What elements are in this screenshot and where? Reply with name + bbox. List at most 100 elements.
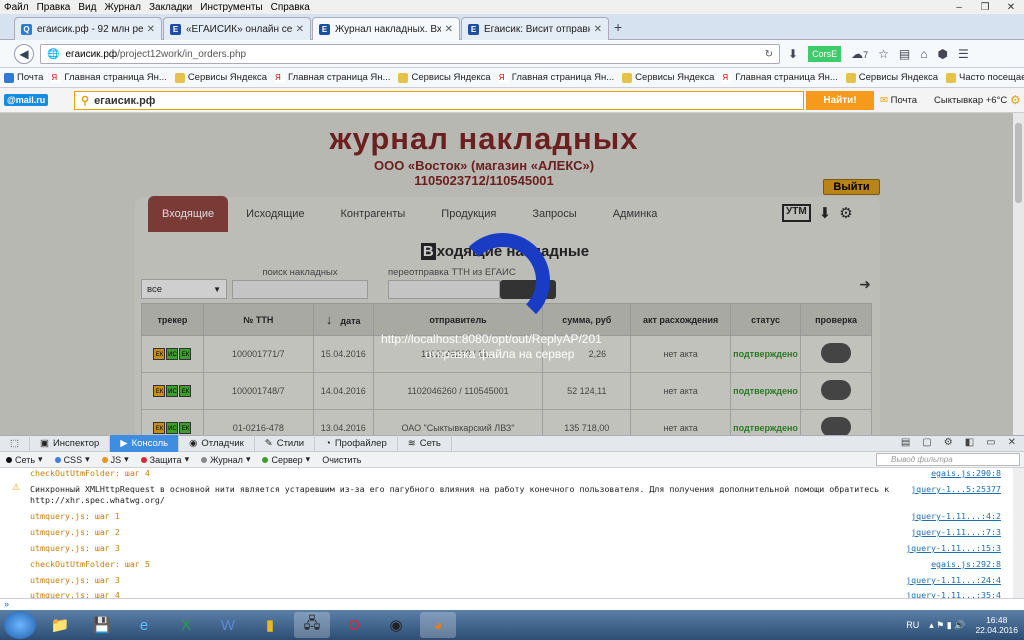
page-scrollbar[interactable] — [1013, 113, 1024, 435]
menu-file[interactable]: Файл — [0, 2, 33, 13]
console-scrollbar[interactable] — [1013, 468, 1024, 598]
firefox-icon[interactable]: ◕ — [420, 612, 456, 638]
nav-incoming[interactable]: Входящие — [148, 196, 229, 232]
responsive-icon[interactable]: ▢ — [922, 437, 931, 448]
bookmark-item[interactable]: Сервисы Яндекса — [845, 72, 938, 83]
reload-icon[interactable]: ↻ — [765, 49, 773, 60]
download-icon[interactable]: ⬇ — [819, 204, 832, 222]
menu-edit[interactable]: Правка — [33, 2, 75, 13]
bookmark-item[interactable]: Я Главная страница Ян... — [51, 72, 167, 83]
download-icon[interactable]: ⬇ — [788, 47, 798, 61]
bookmark-item[interactable]: Часто посещаемые — [946, 72, 1024, 83]
dock-icon[interactable]: ◧ — [965, 437, 974, 448]
console-source-link[interactable]: jquery-1.11...:15:3 — [906, 543, 1001, 553]
cors-button[interactable]: CorsE — [808, 46, 842, 62]
menu-help[interactable]: Справка — [267, 2, 314, 13]
opera-icon[interactable]: O — [336, 612, 372, 638]
new-tab-icon[interactable]: + — [614, 19, 622, 35]
tab-network[interactable]: ≋ Сеть — [398, 435, 452, 452]
mailru-logo[interactable]: @mail.ru — [4, 94, 49, 106]
ie-icon[interactable]: e — [126, 612, 162, 638]
weather-icon[interactable]: ☁7 — [851, 47, 868, 61]
check-cell[interactable] — [800, 335, 872, 373]
bookmark-item[interactable]: Я Главная страница Ян... — [275, 72, 390, 83]
filter-net[interactable]: Сеть ▾ — [6, 454, 43, 465]
tab-debugger[interactable]: ◉ Отладчик — [179, 435, 255, 452]
save-disk-icon[interactable]: 💾 — [84, 612, 120, 638]
col-date[interactable]: ↓ дата — [312, 303, 374, 336]
close-icon[interactable]: ✕ — [594, 24, 602, 35]
back-icon[interactable]: ◀ — [14, 44, 34, 64]
filter-css[interactable]: CSS ▾ — [54, 454, 90, 465]
network-tool-icon[interactable]: 🖧 — [294, 612, 330, 638]
console-source-link[interactable]: egais.js:292:8 — [931, 559, 1001, 569]
tab-console[interactable]: ▶ Консоль — [110, 435, 180, 452]
ttn-cell[interactable]: 01-0216-478 — [202, 409, 314, 435]
word-icon[interactable]: W — [210, 612, 246, 638]
tab-search[interactable]: Q егаисик.рф - 92 млн резу... ✕ — [14, 17, 162, 40]
chrome-icon[interactable]: ◉ — [378, 612, 414, 638]
clock[interactable]: 16:48 22.04.2016 — [975, 615, 1018, 635]
mail-link[interactable]: ✉ Почта — [880, 95, 917, 106]
explorer-icon[interactable]: 📁 — [42, 612, 78, 638]
close-icon[interactable]: ✕ — [445, 24, 453, 35]
console-source-link[interactable]: egais.js:290:8 — [931, 468, 1001, 478]
bookmark-item[interactable]: Я Главная страница Ян... — [722, 72, 838, 83]
ttn-cell[interactable]: 100001771/7 — [202, 335, 314, 373]
doc-arrow-icon[interactable]: ➜ — [850, 276, 880, 293]
tab-egaisik-post[interactable]: E Егаисик: Висит отправка ... ✕ — [461, 17, 609, 40]
nav-outgoing[interactable]: Исходящие — [228, 196, 322, 232]
split-console-icon[interactable]: ▤ — [901, 437, 910, 448]
check-cell[interactable] — [800, 409, 872, 435]
find-button[interactable]: Найти! — [806, 91, 874, 110]
weather-label[interactable]: Сыктывкар +6°C — [934, 95, 1007, 106]
settings-gear-icon[interactable]: ⚙ — [839, 204, 852, 222]
console-input[interactable]: » — [0, 598, 1024, 610]
utm-icon[interactable]: УТМ — [782, 204, 811, 222]
clear-console-button[interactable]: Очистить — [322, 455, 361, 465]
home-icon[interactable]: ⌂ — [920, 47, 927, 61]
filter-server[interactable]: Сервер ▾ — [262, 454, 310, 465]
filter-select[interactable]: все ▼ — [141, 279, 227, 299]
tab-egaisik-online[interactable]: E «ЕГАИСИК» онлайн серв... ✕ — [163, 17, 311, 40]
search-input[interactable] — [232, 280, 368, 299]
col-ttn[interactable]: № ТТН — [202, 303, 314, 336]
close-icon[interactable]: ✕ — [296, 24, 304, 35]
close-icon[interactable]: ✕ — [1008, 437, 1016, 448]
maximize-icon[interactable]: ❐ — [972, 0, 998, 14]
cloud-check-icon[interactable] — [821, 417, 852, 435]
check-cell[interactable] — [800, 372, 872, 410]
start-button[interactable] — [4, 611, 36, 639]
bookmark-item[interactable]: Сервисы Яндекса — [398, 72, 491, 83]
menu-history[interactable]: Журнал — [100, 2, 145, 13]
bookmark-star-icon[interactable]: ☆ — [878, 47, 889, 61]
settings-gear-icon[interactable]: ⚙ — [944, 437, 953, 448]
ttn-cell[interactable]: 100001748/7 — [202, 372, 314, 410]
mailru-search-input[interactable]: ⚲ егаисик.рф — [74, 91, 804, 110]
cloud-search-icon[interactable] — [821, 343, 852, 363]
language-indicator[interactable]: RU — [906, 620, 919, 630]
settings-gear-icon[interactable]: ⚙ — [1010, 93, 1021, 107]
tab-journal[interactable]: E Журнал накладных. Входя... ✕ — [312, 17, 460, 41]
exit-button[interactable]: Выйти — [823, 179, 880, 195]
console-source-link[interactable]: jquery-1.11...:24:4 — [906, 575, 1001, 585]
menu-bookmarks[interactable]: Закладки — [145, 2, 196, 13]
table-row[interactable]: ЕК ИС ЕК 01-0216-478 13.04.2016 ОАО "Сыкты… — [141, 409, 872, 435]
filter-security[interactable]: Защита ▾ — [140, 454, 189, 465]
menu-tools[interactable]: Инструменты — [196, 2, 266, 13]
close-icon[interactable]: ✕ — [998, 0, 1024, 14]
cloud-search-icon[interactable] — [821, 380, 852, 400]
bookmark-item[interactable]: Сервисы Яндекса — [174, 72, 267, 83]
console-source-link[interactable]: jquery-1.11...:7:3 — [911, 527, 1001, 537]
col-sum[interactable]: сумма, руб — [542, 303, 632, 336]
console-filter-input[interactable]: Вывод фильтра — [876, 453, 1020, 466]
url-field[interactable]: 🌐 егаисик.рф /project12work/in_orders.ph… — [40, 44, 780, 64]
minimize-icon[interactable]: – — [946, 0, 972, 14]
library-icon[interactable]: ▤ — [899, 47, 910, 61]
database-icon[interactable]: ▮ — [252, 612, 288, 638]
menu-view[interactable]: Вид — [74, 2, 100, 13]
nav-products[interactable]: Продукция — [423, 196, 514, 232]
tray-icons[interactable]: ▴ ⚑ ▮ 🔊 — [929, 620, 965, 631]
pick-element-icon[interactable]: ⬚ — [0, 435, 30, 452]
tab-styles[interactable]: ✎ Стили — [255, 435, 316, 452]
